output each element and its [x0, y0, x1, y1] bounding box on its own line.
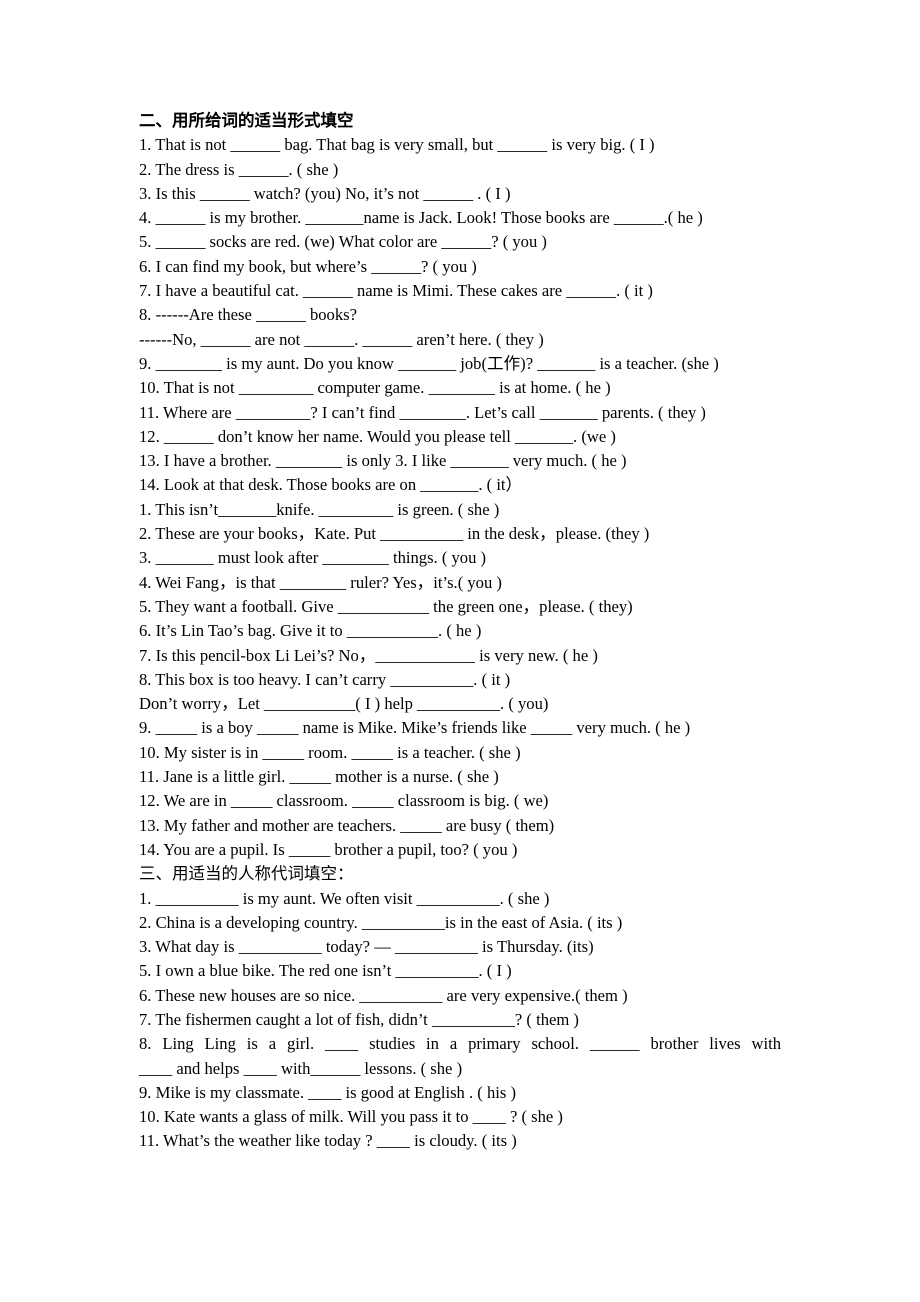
question-line: 7. Is this pencil-box Li Lei’s? No，_____…	[139, 645, 598, 665]
question-line: 2. These are your books，Kate. Put ______…	[139, 524, 650, 544]
question-line-part-1: 8. Ling Ling is a girl. ____ studies in …	[139, 1034, 781, 1054]
question-line: 2. The dress is ______. ( she )	[139, 159, 339, 179]
question-line: 13. My father and mother are teachers. _…	[139, 815, 555, 835]
question-line: 12. ______ don’t know her name. Would yo…	[139, 426, 616, 446]
question-line: 9. ________ is my aunt. Do you know ____…	[139, 353, 719, 373]
section-three-heading: 三、用适当的人称代词填空：	[139, 864, 354, 884]
question-line: 5. They want a football. Give __________…	[139, 596, 633, 616]
question-line: 13. I have a brother. ________ is only 3…	[139, 451, 627, 471]
question-line: 11. What’s the weather like today ? ____…	[139, 1131, 517, 1151]
question-line: 6. I can find my book, but where’s _____…	[139, 256, 477, 276]
question-line: 11. Jane is a little girl. _____ mother …	[139, 767, 499, 787]
question-line: 8. ------Are these ______ books?	[139, 305, 357, 325]
question-line: 4. Wei Fang，is that ________ ruler? Yes，…	[139, 572, 502, 592]
question-line: 1. That is not ______ bag. That bag is v…	[139, 135, 655, 155]
question-line: 10. That is not _________ computer game.…	[139, 378, 611, 398]
question-line: 9. Mike is my classmate. ____ is good at…	[139, 1082, 517, 1102]
worksheet-content: 二、用所给词的适当形式填空 1. That is not ______ bag.…	[139, 109, 781, 1154]
question-line: 1. __________ is my aunt. We often visit…	[139, 888, 550, 908]
question-line: 11. Where are _________? I can’t find __…	[139, 402, 706, 422]
question-line: 12. We are in _____ classroom. _____ cla…	[139, 791, 549, 811]
question-line: 1. This isn’t_______knife. _________ is …	[139, 499, 500, 519]
question-line: 3. Is this ______ watch? (you) No, it’s …	[139, 183, 511, 203]
question-line: 14. Look at that desk. Those books are o…	[139, 475, 523, 495]
document-page: 二、用所给词的适当形式填空 1. That is not ______ bag.…	[0, 0, 920, 1302]
question-line-continuation: ------No, ______ are not ______. ______ …	[139, 329, 544, 349]
question-line: 5. I own a blue bike. The red one isn’t …	[139, 961, 512, 981]
question-line: 9. _____ is a boy _____ name is Mike. Mi…	[139, 718, 691, 738]
question-line: 3. What day is __________ today? — _____…	[139, 937, 594, 957]
section-two-heading: 二、用所给词的适当形式填空	[139, 111, 354, 130]
question-line: 4. ______ is my brother. _______name is …	[139, 208, 703, 228]
question-line-part-2: ____ and helps ____ with______ lessons. …	[139, 1058, 463, 1078]
question-line: 3. _______ must look after ________ thin…	[139, 548, 487, 568]
question-line-continuation: Don’t worry，Let ___________( I ) help __…	[139, 694, 549, 714]
question-line: 2. China is a developing country. ______…	[139, 912, 623, 932]
question-line: 6. These new houses are so nice. _______…	[139, 985, 628, 1005]
question-line: 7. I have a beautiful cat. ______ name i…	[139, 281, 653, 301]
question-line: 10. My sister is in _____ room. _____ is…	[139, 742, 521, 762]
question-line: 14. You are a pupil. Is _____ brother a …	[139, 839, 518, 859]
question-line-wrapped: 8. Ling Ling is a girl. ____ studies in …	[139, 1032, 781, 1081]
question-line: 6. It’s Lin Tao’s bag. Give it to ______…	[139, 621, 482, 641]
question-line: 5. ______ socks are red. (we) What color…	[139, 232, 547, 252]
question-line: 10. Kate wants a glass of milk. Will you…	[139, 1107, 563, 1127]
question-line: 7. The fishermen caught a lot of fish, d…	[139, 1009, 579, 1029]
question-line: 8. This box is too heavy. I can’t carry …	[139, 669, 511, 689]
